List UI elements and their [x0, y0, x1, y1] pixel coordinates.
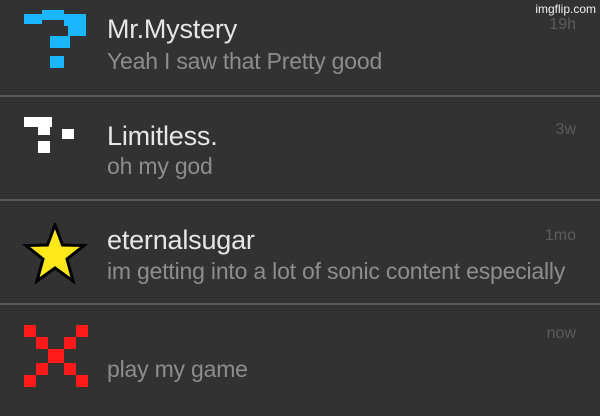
pixel-broken-glyph-icon	[24, 117, 88, 181]
message-row-mr-mystery[interactable]: Mr.Mystery Yeah I saw that Pretty good 1…	[0, 0, 600, 95]
message-preview: play my game	[107, 356, 248, 382]
message-row-eternalsugar[interactable]: eternalsugar im getting into a lot of so…	[0, 201, 600, 303]
message-row-limitless[interactable]: Limitless. oh my god 3w	[0, 97, 600, 199]
sender-name: Limitless.	[107, 121, 218, 151]
message-timestamp: 1mo	[544, 227, 576, 244]
message-preview: Yeah I saw that Pretty good	[107, 48, 383, 74]
message-timestamp: now	[546, 325, 576, 342]
message-list: Mr.Mystery Yeah I saw that Pretty good 1…	[0, 0, 600, 416]
message-timestamp: 19h	[549, 16, 576, 33]
pixel-question-mark-icon	[24, 10, 88, 74]
message-row-unknown[interactable]: play my game now	[0, 305, 600, 416]
message-preview: im getting into a lot of sonic content e…	[107, 258, 566, 284]
message-preview: oh my god	[107, 153, 213, 179]
yellow-star-icon	[22, 223, 88, 287]
sender-name: eternalsugar	[107, 225, 255, 255]
imgflip-watermark: imgflip.com	[535, 2, 596, 16]
message-timestamp: 3w	[555, 121, 576, 138]
pixel-red-x-icon	[24, 325, 88, 389]
sender-name: Mr.Mystery	[107, 14, 237, 44]
